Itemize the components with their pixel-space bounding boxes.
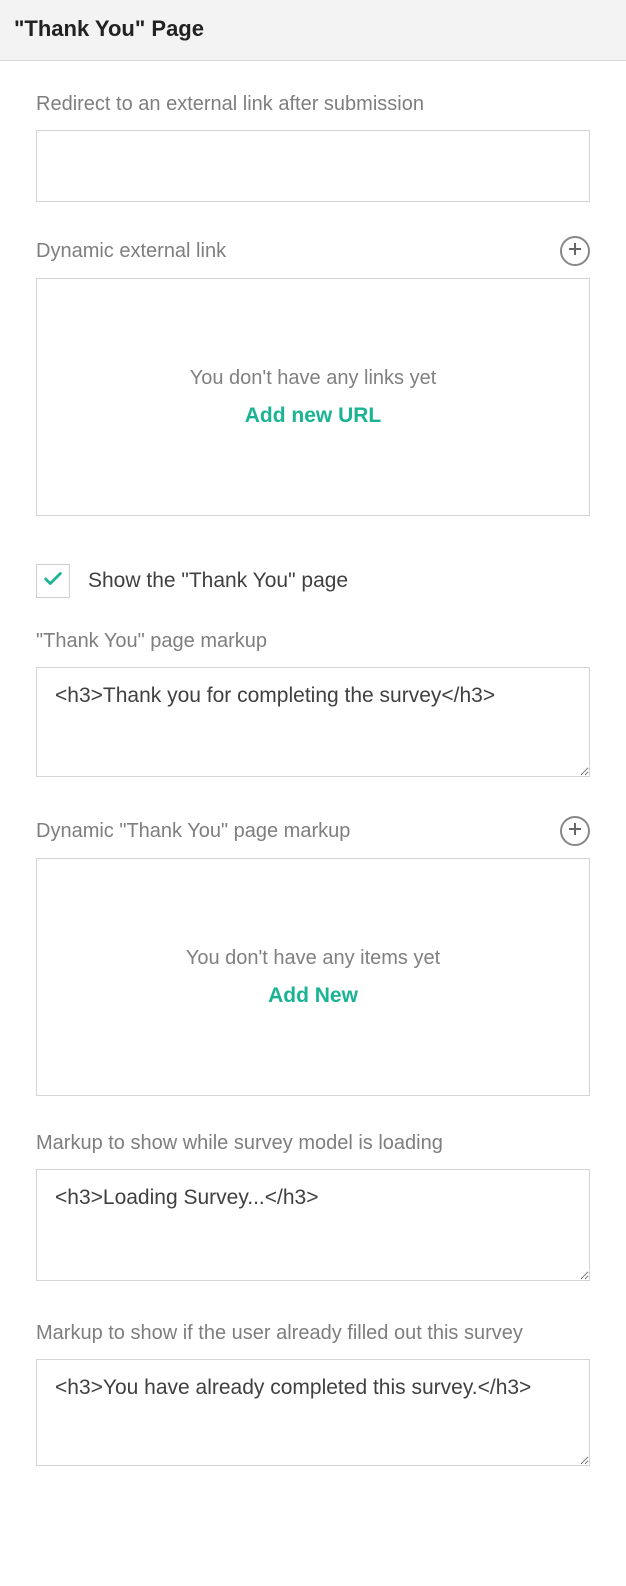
- dynamic-markup-empty: You don't have any items yet Add New: [36, 858, 590, 1096]
- markup-label: "Thank You" page markup: [36, 628, 267, 655]
- dynamic-link-empty-text: You don't have any links yet: [190, 367, 437, 390]
- loading-label: Markup to show while survey model is loa…: [36, 1130, 443, 1157]
- add-dynamic-markup-button[interactable]: [560, 816, 590, 846]
- markup-textarea[interactable]: [36, 667, 590, 777]
- plus-icon: [567, 241, 583, 262]
- loading-textarea[interactable]: [36, 1169, 590, 1281]
- already-textarea[interactable]: [36, 1359, 590, 1466]
- add-dynamic-link-button[interactable]: [560, 236, 590, 266]
- dynamic-markup-label: Dynamic "Thank You" page markup: [36, 818, 350, 845]
- check-icon: [42, 568, 64, 595]
- dynamic-link-label: Dynamic external link: [36, 238, 226, 265]
- add-new-link[interactable]: Add New: [268, 984, 358, 1008]
- dynamic-link-empty: You don't have any links yet Add new URL: [36, 278, 590, 516]
- redirect-input[interactable]: [36, 130, 590, 202]
- page-title: "Thank You" Page: [0, 0, 626, 61]
- add-new-url-link[interactable]: Add new URL: [245, 404, 382, 428]
- show-thank-you-label: Show the "Thank You" page: [88, 569, 348, 593]
- plus-icon: [567, 821, 583, 842]
- redirect-label: Redirect to an external link after submi…: [36, 91, 424, 118]
- dynamic-markup-empty-text: You don't have any items yet: [186, 947, 440, 970]
- already-label: Markup to show if the user already fille…: [36, 1320, 523, 1347]
- show-thank-you-checkbox[interactable]: [36, 564, 70, 598]
